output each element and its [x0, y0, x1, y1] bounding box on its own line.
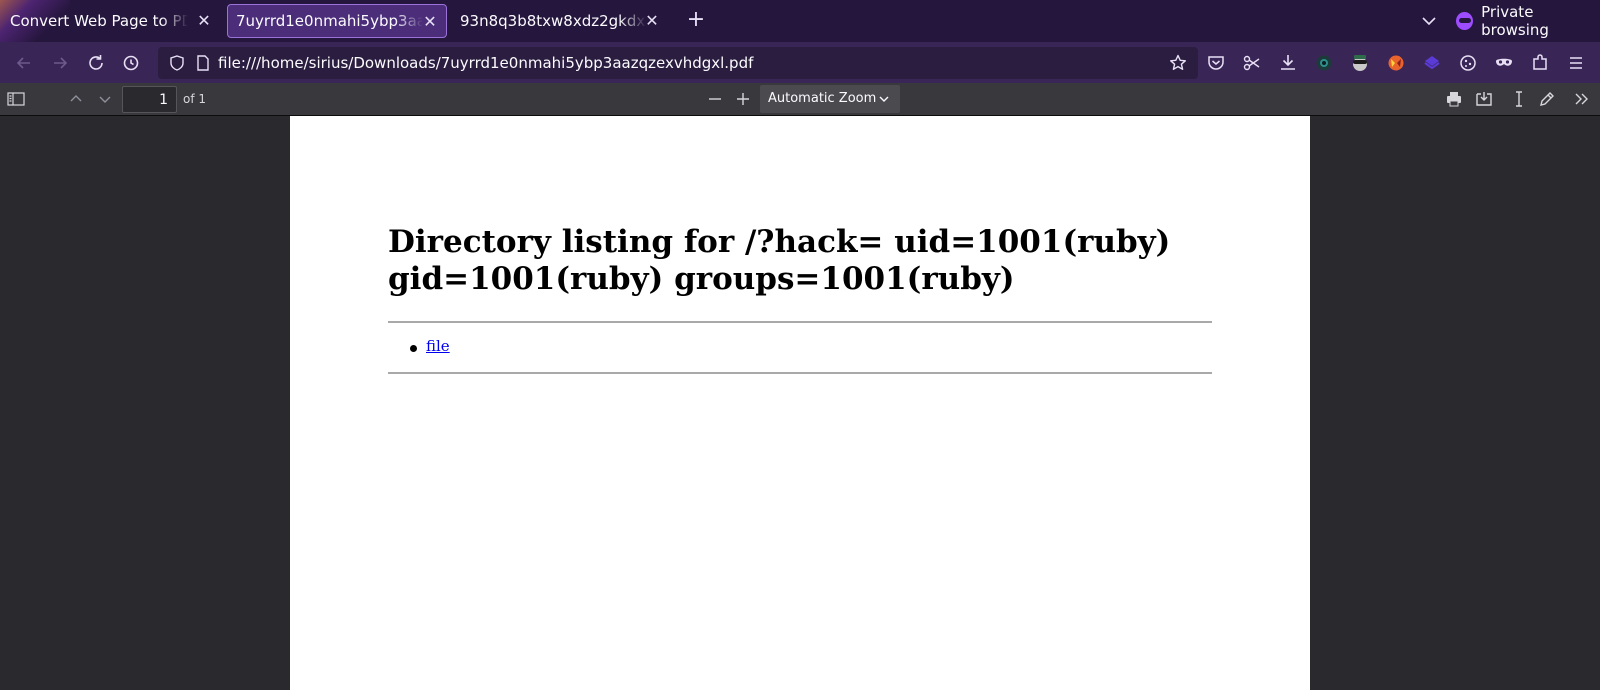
pocket-icon[interactable] [1203, 50, 1229, 76]
private-mask-toolbar-icon[interactable] [1491, 50, 1517, 76]
tab-title: Convert Web Page to PDF [10, 12, 188, 30]
app-menu-hamburger-icon[interactable] [1563, 50, 1589, 76]
toggle-sidebar-icon[interactable] [4, 87, 28, 111]
zoom-in-plus-icon[interactable] [731, 87, 755, 111]
tab-convert-web-page[interactable]: Convert Web Page to PDF ✕ [2, 4, 220, 38]
zoom-out-minus-icon[interactable] [703, 87, 727, 111]
pdf-toolbar: 1 of 1 Automatic Zoom [0, 83, 1600, 116]
tools-double-chevron-icon[interactable] [1570, 87, 1594, 111]
close-tab-icon[interactable]: ✕ [194, 11, 214, 31]
pdf-viewer-area[interactable]: Directory listing for /?hack= uid=1001(r… [0, 116, 1600, 690]
screenshot-scissors-icon[interactable] [1239, 50, 1265, 76]
chevron-down-icon [878, 93, 890, 105]
extensions-puzzle-icon[interactable] [1527, 50, 1553, 76]
file-link[interactable]: file [426, 337, 450, 355]
previous-page-chevron-up-icon[interactable] [64, 87, 88, 111]
private-browsing-indicator: Private browsing [1456, 3, 1600, 39]
private-mask-icon [1456, 12, 1474, 30]
extension-spy-face-icon[interactable] [1347, 50, 1373, 76]
list-all-tabs-chevron-icon[interactable] [1418, 10, 1440, 32]
document-heading: Directory listing for /?hack= uid=1001(r… [388, 224, 1171, 297]
close-tab-icon[interactable]: ✕ [420, 12, 440, 32]
cookie-icon[interactable] [1455, 50, 1481, 76]
print-icon[interactable] [1442, 87, 1466, 111]
save-download-icon[interactable] [1472, 87, 1496, 111]
tab-third[interactable]: 93n8q3b8txw8xdz2gkdxldwj ✕ [452, 4, 668, 38]
url-bar[interactable]: file:///home/sirius/Downloads/7uyrrd1e0n… [158, 47, 1198, 79]
tab-strip: Convert Web Page to PDF ✕ 7uyrrd1e0nmahi… [0, 0, 1600, 42]
horizontal-rule [388, 321, 1212, 323]
page-count-label: of 1 [183, 92, 207, 106]
extension-purple-layers-icon[interactable] [1419, 50, 1445, 76]
next-page-chevron-down-icon[interactable] [93, 87, 117, 111]
reload-icon[interactable] [83, 50, 109, 76]
close-tab-icon[interactable]: ✕ [642, 11, 662, 31]
extension-dark-globe-icon[interactable] [1311, 50, 1337, 76]
zoom-select-value: Automatic Zoom [768, 91, 877, 106]
navigation-toolbar: file:///home/sirius/Downloads/7uyrrd1e0n… [0, 42, 1600, 83]
list-bullet [410, 345, 417, 352]
page-document-icon[interactable] [194, 54, 212, 72]
pdf-page: Directory listing for /?hack= uid=1001(r… [290, 116, 1310, 690]
url-text[interactable]: file:///home/sirius/Downloads/7uyrrd1e0n… [218, 54, 753, 72]
page-number-input[interactable]: 1 [122, 86, 177, 113]
extension-fox-icon[interactable] [1383, 50, 1409, 76]
horizontal-rule [388, 372, 1212, 374]
tab-title: 93n8q3b8txw8xdz2gkdxldwj [460, 12, 647, 30]
new-tab-plus-icon[interactable]: + [684, 9, 708, 33]
tracking-protection-shield-icon[interactable] [168, 54, 186, 72]
downloads-arrow-icon[interactable] [1275, 50, 1301, 76]
back-arrow-icon[interactable] [11, 50, 37, 76]
zoom-select[interactable]: Automatic Zoom [760, 85, 900, 113]
draw-pencil-icon[interactable] [1535, 87, 1559, 111]
text-cursor-icon[interactable] [1507, 87, 1531, 111]
tab-title: 7uyrrd1e0nmahi5ybp3aazqzexvhdgxl.pdf [236, 12, 423, 30]
bookmark-star-icon[interactable] [1168, 53, 1188, 73]
history-clock-icon[interactable] [118, 50, 144, 76]
tab-pdf-active[interactable]: 7uyrrd1e0nmahi5ybp3aazqzexvhdgxl.pdf ✕ [227, 4, 447, 38]
forward-arrow-icon[interactable] [47, 50, 73, 76]
private-browsing-label: Private browsing [1481, 3, 1549, 39]
